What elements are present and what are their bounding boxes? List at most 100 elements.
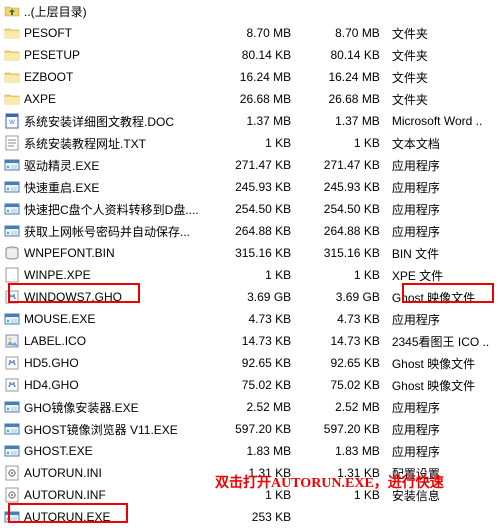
file-row[interactable]: W系统安装详细图文教程.DOC1.37 MB1.37 MBMicrosoft W… <box>0 110 500 132</box>
file-size-2: 315.16 KB <box>301 246 392 260</box>
file-row[interactable]: HD5.GHO92.65 KB92.65 KBGhost 映像文件 <box>0 352 500 374</box>
file-row[interactable]: 快速把C盘个人资料转移到D盘....254.50 KB254.50 KB应用程序 <box>0 198 500 220</box>
file-size-1: 1.37 MB <box>211 114 302 128</box>
gho-icon <box>4 289 20 305</box>
ico-icon <box>4 333 20 349</box>
file-size-2: 80.14 KB <box>301 48 392 62</box>
folder-icon <box>4 91 20 107</box>
folder-icon <box>4 25 20 41</box>
file-icon <box>4 267 20 283</box>
file-size-1: 597.20 KB <box>211 422 302 436</box>
file-name: AUTORUN.INF <box>24 488 106 502</box>
file-list: ..(上层目录) PESOFT8.70 MB8.70 MB文件夹PESETUP80… <box>0 0 500 528</box>
file-size-1: 3.69 GB <box>211 290 302 304</box>
exe-icon <box>4 201 20 217</box>
file-row[interactable]: 驱动精灵.EXE271.47 KB271.47 KB应用程序 <box>0 154 500 176</box>
file-name: LABEL.ICO <box>24 334 86 348</box>
folder-icon <box>4 69 20 85</box>
file-name-cell: ..(上层目录) <box>4 3 211 20</box>
file-size-1: 80.14 KB <box>211 48 302 62</box>
file-row[interactable]: PESETUP80.14 KB80.14 KB文件夹 <box>0 44 500 66</box>
file-name-cell: GHOST.EXE <box>4 443 211 459</box>
doc-icon: W <box>4 113 20 129</box>
file-type: 应用程序 <box>392 223 500 240</box>
file-row[interactable]: WINPE.XPE1 KB1 KBXPE 文件 <box>0 264 500 286</box>
file-row[interactable]: WNPEFONT.BIN315.16 KB315.16 KBBIN 文件 <box>0 242 500 264</box>
file-row[interactable]: WINDOWS7.GHO3.69 GB3.69 GBGhost 映像文件 <box>0 286 500 308</box>
file-name-cell: HD5.GHO <box>4 355 211 371</box>
file-name: 系统安装详细图文教程.DOC <box>24 113 174 130</box>
file-row[interactable]: ..(上层目录) <box>0 0 500 22</box>
file-name: ..(上层目录) <box>24 3 87 20</box>
file-name-cell: MOUSE.EXE <box>4 311 211 327</box>
file-name: AXPE <box>24 92 56 106</box>
file-size-1: 254.50 KB <box>211 202 302 216</box>
folder-up-icon <box>4 3 20 19</box>
file-name-cell: 驱动精灵.EXE <box>4 157 211 174</box>
file-size-1: 264.88 KB <box>211 224 302 238</box>
file-size-2: 75.02 KB <box>301 378 392 392</box>
file-name-cell: PESOFT <box>4 25 211 41</box>
file-size-1: 75.02 KB <box>211 378 302 392</box>
file-size-2: 2.52 MB <box>301 400 392 414</box>
file-name: 系统安装教程网址.TXT <box>24 135 146 152</box>
file-row[interactable]: GHOST.EXE1.83 MB1.83 MB应用程序 <box>0 440 500 462</box>
file-size-2: 271.47 KB <box>301 158 392 172</box>
file-name-cell: GHOST镜像浏览器 V11.EXE <box>4 421 211 438</box>
exe-icon <box>4 509 20 525</box>
file-name: 获取上网帐号密码并自动保存... <box>24 223 190 240</box>
file-type: 应用程序 <box>392 421 500 438</box>
file-type: XPE 文件 <box>392 267 500 284</box>
file-size-2: 1.37 MB <box>301 114 392 128</box>
file-size-2: 3.69 GB <box>301 290 392 304</box>
file-row[interactable]: 获取上网帐号密码并自动保存...264.88 KB264.88 KB应用程序 <box>0 220 500 242</box>
file-name: MOUSE.EXE <box>24 312 95 326</box>
file-row[interactable]: MOUSE.EXE4.73 KB4.73 KB应用程序 <box>0 308 500 330</box>
exe-icon <box>4 421 20 437</box>
file-row[interactable]: 快速重启.EXE245.93 KB245.93 KB应用程序 <box>0 176 500 198</box>
file-size-1: 1.83 MB <box>211 444 302 458</box>
file-name-cell: WNPEFONT.BIN <box>4 245 211 261</box>
file-type: 文件夹 <box>392 69 500 86</box>
exe-icon <box>4 443 20 459</box>
file-name: HD4.GHO <box>24 378 79 392</box>
file-size-1: 8.70 MB <box>211 26 302 40</box>
file-row[interactable]: PESOFT8.70 MB8.70 MB文件夹 <box>0 22 500 44</box>
file-row[interactable]: GHO镜像安装器.EXE2.52 MB2.52 MB应用程序 <box>0 396 500 418</box>
file-size-1: 2.52 MB <box>211 400 302 414</box>
file-row[interactable]: AUTORUN.INI1.31 KB1.31 KB配置设置 <box>0 462 500 484</box>
file-size-2: 4.73 KB <box>301 312 392 326</box>
file-size-2: 1 KB <box>301 268 392 282</box>
exe-icon <box>4 223 20 239</box>
file-name-cell: AXPE <box>4 91 211 107</box>
file-name-cell: AUTORUN.INF <box>4 487 211 503</box>
file-row[interactable]: AUTORUN.EXE253 KB <box>0 506 500 528</box>
file-name-cell: AUTORUN.INI <box>4 465 211 481</box>
file-size-2: 16.24 MB <box>301 70 392 84</box>
file-type: 配置设置 <box>392 465 500 482</box>
file-name: WNPEFONT.BIN <box>24 246 115 260</box>
file-row[interactable]: EZBOOT16.24 MB16.24 MB文件夹 <box>0 66 500 88</box>
exe-icon <box>4 179 20 195</box>
file-type: 应用程序 <box>392 311 500 328</box>
file-type: 2345看图王 ICO .. <box>392 333 500 350</box>
file-size-1: 271.47 KB <box>211 158 302 172</box>
file-size-1: 1 KB <box>211 488 302 502</box>
file-name-cell: LABEL.ICO <box>4 333 211 349</box>
file-size-2: 92.65 KB <box>301 356 392 370</box>
file-row[interactable]: AXPE26.68 MB26.68 MB文件夹 <box>0 88 500 110</box>
file-type: Microsoft Word .. <box>392 114 500 128</box>
file-row[interactable]: LABEL.ICO14.73 KB14.73 KB2345看图王 ICO .. <box>0 330 500 352</box>
file-type: 安装信息 <box>392 487 500 504</box>
txt-icon <box>4 135 20 151</box>
file-row[interactable]: 系统安装教程网址.TXT1 KB1 KB文本文档 <box>0 132 500 154</box>
file-size-1: 1 KB <box>211 268 302 282</box>
exe-icon <box>4 157 20 173</box>
file-row[interactable]: GHOST镜像浏览器 V11.EXE597.20 KB597.20 KB应用程序 <box>0 418 500 440</box>
exe-icon <box>4 311 20 327</box>
file-name: GHO镜像安装器.EXE <box>24 399 139 416</box>
file-type: Ghost 映像文件 <box>392 289 500 306</box>
file-name: 快速重启.EXE <box>24 179 99 196</box>
file-name: HD5.GHO <box>24 356 79 370</box>
file-row[interactable]: HD4.GHO75.02 KB75.02 KBGhost 映像文件 <box>0 374 500 396</box>
